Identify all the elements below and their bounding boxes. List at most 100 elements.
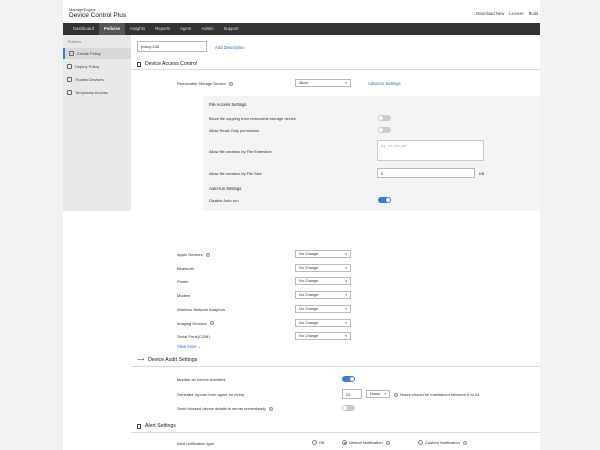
chevron-down-icon: ⌄ — [197, 344, 202, 349]
help-icon[interactable]: ? — [462, 440, 467, 445]
trusted-devices-icon — [67, 77, 72, 82]
radio-button[interactable] — [418, 440, 423, 445]
download-new-link[interactable]: Download New — [476, 11, 504, 16]
select-value: No Change — [299, 320, 319, 325]
device-row-label: Modem — [177, 293, 190, 298]
device-permission-select[interactable]: No Change ▾ — [295, 277, 351, 286]
disable-autorun-label: Disable Auto-run — [209, 198, 239, 203]
sidebar-item-trusted-devices[interactable]: Trusted Devices — [63, 74, 131, 85]
help-icon[interactable]: ? — [228, 81, 233, 86]
help-icon[interactable]: ? — [209, 321, 214, 326]
file-size-unit: KB — [479, 171, 485, 176]
policy-name-input[interactable]: policy-246 — [137, 41, 207, 52]
device-row-label: Printer — [177, 279, 189, 284]
read-only-label: Allow Read-Only permission — [209, 128, 260, 133]
content-gap — [63, 211, 131, 450]
alert-option-custom[interactable]: Custom Notification? — [418, 440, 467, 445]
help-icon[interactable]: ? — [385, 440, 390, 445]
tab-agent[interactable]: Agent — [175, 23, 196, 35]
radio-button[interactable] — [312, 440, 317, 445]
help-icon[interactable]: ? — [205, 252, 210, 257]
app-header: ManageEngine Device Control Plus Downloa… — [63, 0, 540, 23]
help-icon[interactable]: ? — [394, 392, 398, 397]
radio-label: Custom Notification — [425, 440, 460, 445]
tab-reports[interactable]: Reports — [150, 23, 175, 35]
advance-settings-link[interactable]: Advance Settings — [368, 81, 401, 86]
block-copy-toggle[interactable] — [378, 115, 391, 121]
read-only-toggle[interactable] — [378, 127, 391, 133]
radio-label: Off — [319, 440, 325, 445]
device-permission-select[interactable]: No Change ▾ — [295, 318, 351, 327]
view-more-text: View more — [177, 344, 197, 349]
label-text: Serial Ports(COM) — [177, 334, 210, 340]
license-link[interactable]: License — [509, 11, 523, 16]
file-size-label: Allow file creation by File Size — [209, 171, 262, 176]
chevron-down-icon: ▾ — [345, 293, 347, 298]
label-text: Send blocked device details to server im… — [177, 406, 266, 411]
build-link[interactable]: Build — [529, 11, 538, 16]
select-value: Allow — [299, 81, 309, 85]
arrow-right-icon: ⟶ — [137, 357, 145, 363]
sidebar-item-deploy-policy[interactable]: Deploy Policy — [63, 61, 131, 72]
tab-policies[interactable]: Policies — [99, 23, 126, 35]
toggle-knob — [385, 197, 391, 203]
device-permission-select[interactable]: No Change ▾ — [295, 263, 351, 272]
chevron-down-icon: ▾ — [345, 334, 347, 339]
section-title-text: Device Access Control — [145, 61, 197, 67]
file-extension-label: Allow file creation by File Extension — [209, 149, 272, 154]
alert-option-off[interactable]: Off — [312, 440, 324, 445]
generate-reports-label: Generate reports from agent for every — [177, 392, 245, 397]
select-value: No Change — [299, 306, 319, 311]
label-text: Bluetooth — [177, 265, 194, 271]
device-permission-select[interactable]: No Change ▾ — [295, 304, 351, 313]
view-more-link[interactable]: View more ⌄ — [177, 344, 201, 349]
hours-note-text: Hours should be maintained between 6 to … — [400, 392, 480, 397]
alert-type-label: Alert notification type — [177, 441, 215, 446]
header-links: Download New License Build — [476, 11, 538, 16]
tab-dashboard[interactable]: Dashboard — [68, 23, 99, 35]
report-interval-input[interactable]: 24 — [342, 389, 362, 399]
removable-storage-select[interactable]: Allow ▾ — [295, 79, 351, 87]
monitor-activities-toggle[interactable] — [342, 376, 355, 382]
sidebar-item-create-policy[interactable]: Create Policy — [63, 48, 131, 59]
select-value: No Change — [299, 293, 319, 298]
device-permission-select[interactable]: No Change ▾ — [295, 332, 351, 341]
chevron-down-icon: ▾ — [345, 252, 347, 256]
device-permission-select[interactable]: No Change ▾ — [295, 291, 351, 300]
autorun-heading: Auto-run Settings — [209, 186, 242, 191]
alert-option-default[interactable]: Default Notification? — [342, 440, 390, 445]
send-blocked-label: Send blocked device details to server im… — [177, 406, 273, 411]
file-access-heading: File Access Settings — [209, 102, 247, 107]
device-permission-select[interactable]: No Change ▾ — [295, 250, 351, 258]
product-logo[interactable]: Device Control Plus — [69, 12, 126, 19]
select-value: Hours — [370, 392, 381, 396]
sidebar-item-label: Create Policy — [77, 51, 101, 56]
chevron-down-icon: ▾ — [345, 320, 347, 325]
report-interval-unit-select[interactable]: Hours ▾ — [366, 390, 390, 398]
add-description-link[interactable]: Add Description — [215, 45, 245, 50]
tab-support[interactable]: Support — [219, 23, 244, 35]
file-extension-input[interactable]: Eg: .txt,.doc,.pdf — [377, 140, 484, 161]
device-access-section-title: Device Access Control — [137, 61, 197, 67]
divider — [131, 69, 540, 70]
device-audit-section-title: ⟶ Device Audit Settings — [137, 357, 197, 363]
sidebar-item-temporary-access[interactable]: Temporary Access — [63, 87, 131, 98]
device-row-label: Wireless Network Adaptors — [177, 307, 225, 312]
tab-insights[interactable]: Insights — [125, 23, 150, 35]
file-size-input[interactable]: 0 — [377, 168, 475, 178]
select-value: No Change — [299, 252, 319, 256]
disable-autorun-toggle[interactable] — [378, 197, 391, 203]
divider — [131, 366, 540, 367]
radio-button[interactable] — [342, 440, 347, 445]
removable-storage-label: Removable Storage Device? — [177, 81, 233, 86]
chevron-down-icon: ▾ — [384, 392, 386, 396]
label-text: Wireless Network Adaptors — [177, 306, 226, 312]
help-icon[interactable]: ? — [268, 406, 273, 411]
tab-admin[interactable]: Admin — [196, 23, 218, 35]
lock-icon — [137, 61, 141, 67]
send-blocked-toggle[interactable] — [342, 405, 355, 411]
section-title-text: Device Audit Settings — [148, 357, 198, 363]
chevron-down-icon: ▾ — [345, 265, 347, 270]
alert-section-title: Alert Settings — [137, 423, 176, 429]
block-copy-label: Block file copying from removable storag… — [209, 116, 296, 121]
